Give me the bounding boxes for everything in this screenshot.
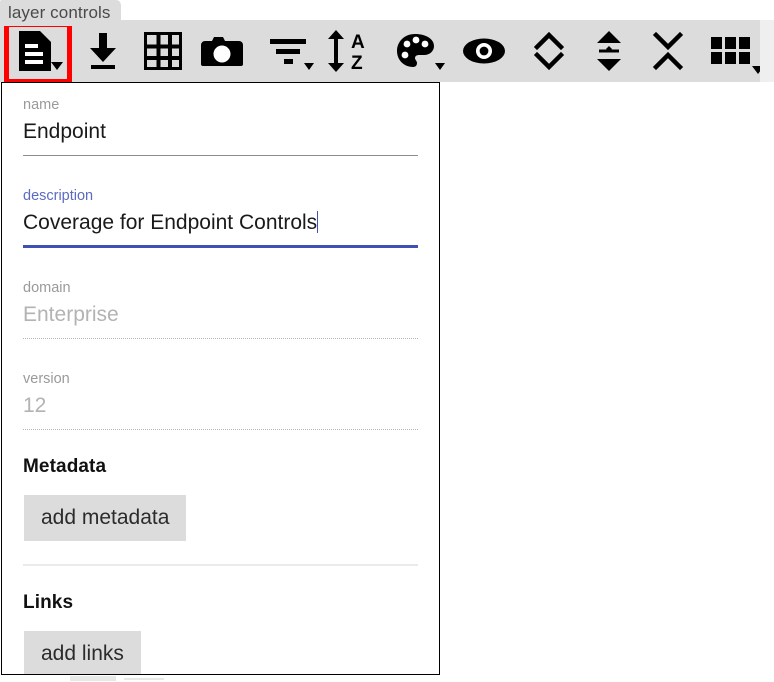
layer-controls-button[interactable]: [4, 20, 67, 82]
field-spacer: [23, 248, 418, 265]
chevron-down-icon[interactable]: [435, 63, 446, 70]
field-description[interactable]: description Coverage for Endpoint Contro…: [23, 187, 418, 248]
field-value-domain: Enterprise: [23, 303, 119, 326]
collapse-rows-button[interactable]: [641, 20, 694, 82]
field-label-name: name: [23, 97, 60, 113]
grid-blocks-icon: [711, 37, 751, 65]
field-label-description: description: [23, 188, 94, 204]
filter-button[interactable]: [261, 20, 315, 82]
background-content-remnant-1: [70, 676, 116, 681]
sort-az-icon: A Z: [324, 29, 374, 74]
tooltip-label: layer controls: [8, 3, 111, 22]
toolbar-end-strip: [760, 20, 774, 82]
expand-all-button[interactable]: [582, 20, 635, 82]
grid-icon: [142, 31, 183, 71]
background-content-remnant-2: [124, 678, 164, 680]
add-links-button[interactable]: add links: [24, 631, 141, 674]
camera-button[interactable]: [196, 20, 249, 82]
expand-rows-button[interactable]: [523, 20, 576, 82]
sort-button[interactable]: A Z: [320, 20, 377, 82]
field-text-description: Coverage for Endpoint Controls: [23, 211, 318, 234]
text-cursor: [317, 211, 319, 233]
layer-controls-panel: name Endpoint description Coverage for E…: [1, 82, 440, 675]
field-label-domain: domain: [23, 280, 71, 296]
layout-button[interactable]: [703, 20, 765, 82]
field-value-description[interactable]: Coverage for Endpoint Controls: [23, 208, 418, 238]
download-icon: [85, 31, 121, 71]
chevron-down-icon[interactable]: [50, 62, 63, 70]
chevron-down-icon[interactable]: [304, 63, 315, 70]
field-value-name[interactable]: Endpoint: [23, 117, 418, 147]
field-spacer: [23, 339, 418, 356]
add-metadata-button[interactable]: add metadata: [24, 495, 187, 541]
layer-controls-tooltip: layer controls: [0, 0, 121, 26]
color-palette-button[interactable]: [390, 20, 446, 82]
visibility-button[interactable]: [457, 20, 510, 82]
filter-icon: [269, 36, 307, 66]
expand-vertical-icon: [594, 29, 624, 73]
svg-text:Z: Z: [351, 53, 363, 73]
section-title-links: Links: [23, 592, 74, 613]
field-label-version: version: [23, 371, 70, 387]
camera-icon: [201, 34, 244, 68]
chevron-up-down-icon: [534, 31, 565, 71]
field-spacer: [23, 156, 418, 173]
eye-icon: [462, 37, 506, 65]
section-divider: [23, 564, 418, 566]
field-domain: domain Enterprise: [23, 279, 418, 339]
grid-button[interactable]: [136, 20, 189, 82]
palette-icon: [396, 33, 436, 69]
chevron-down-up-icon: [652, 31, 684, 71]
field-name[interactable]: name Endpoint: [23, 96, 418, 156]
section-title-metadata: Metadata: [23, 456, 107, 477]
document-icon: [17, 30, 53, 72]
svg-text:A: A: [351, 32, 365, 53]
field-value-version: 12: [23, 394, 47, 417]
toolbar: A Z: [0, 20, 765, 82]
field-version: version 12: [23, 370, 418, 430]
download-button[interactable]: [77, 20, 130, 82]
field-underline-version: [23, 429, 418, 430]
